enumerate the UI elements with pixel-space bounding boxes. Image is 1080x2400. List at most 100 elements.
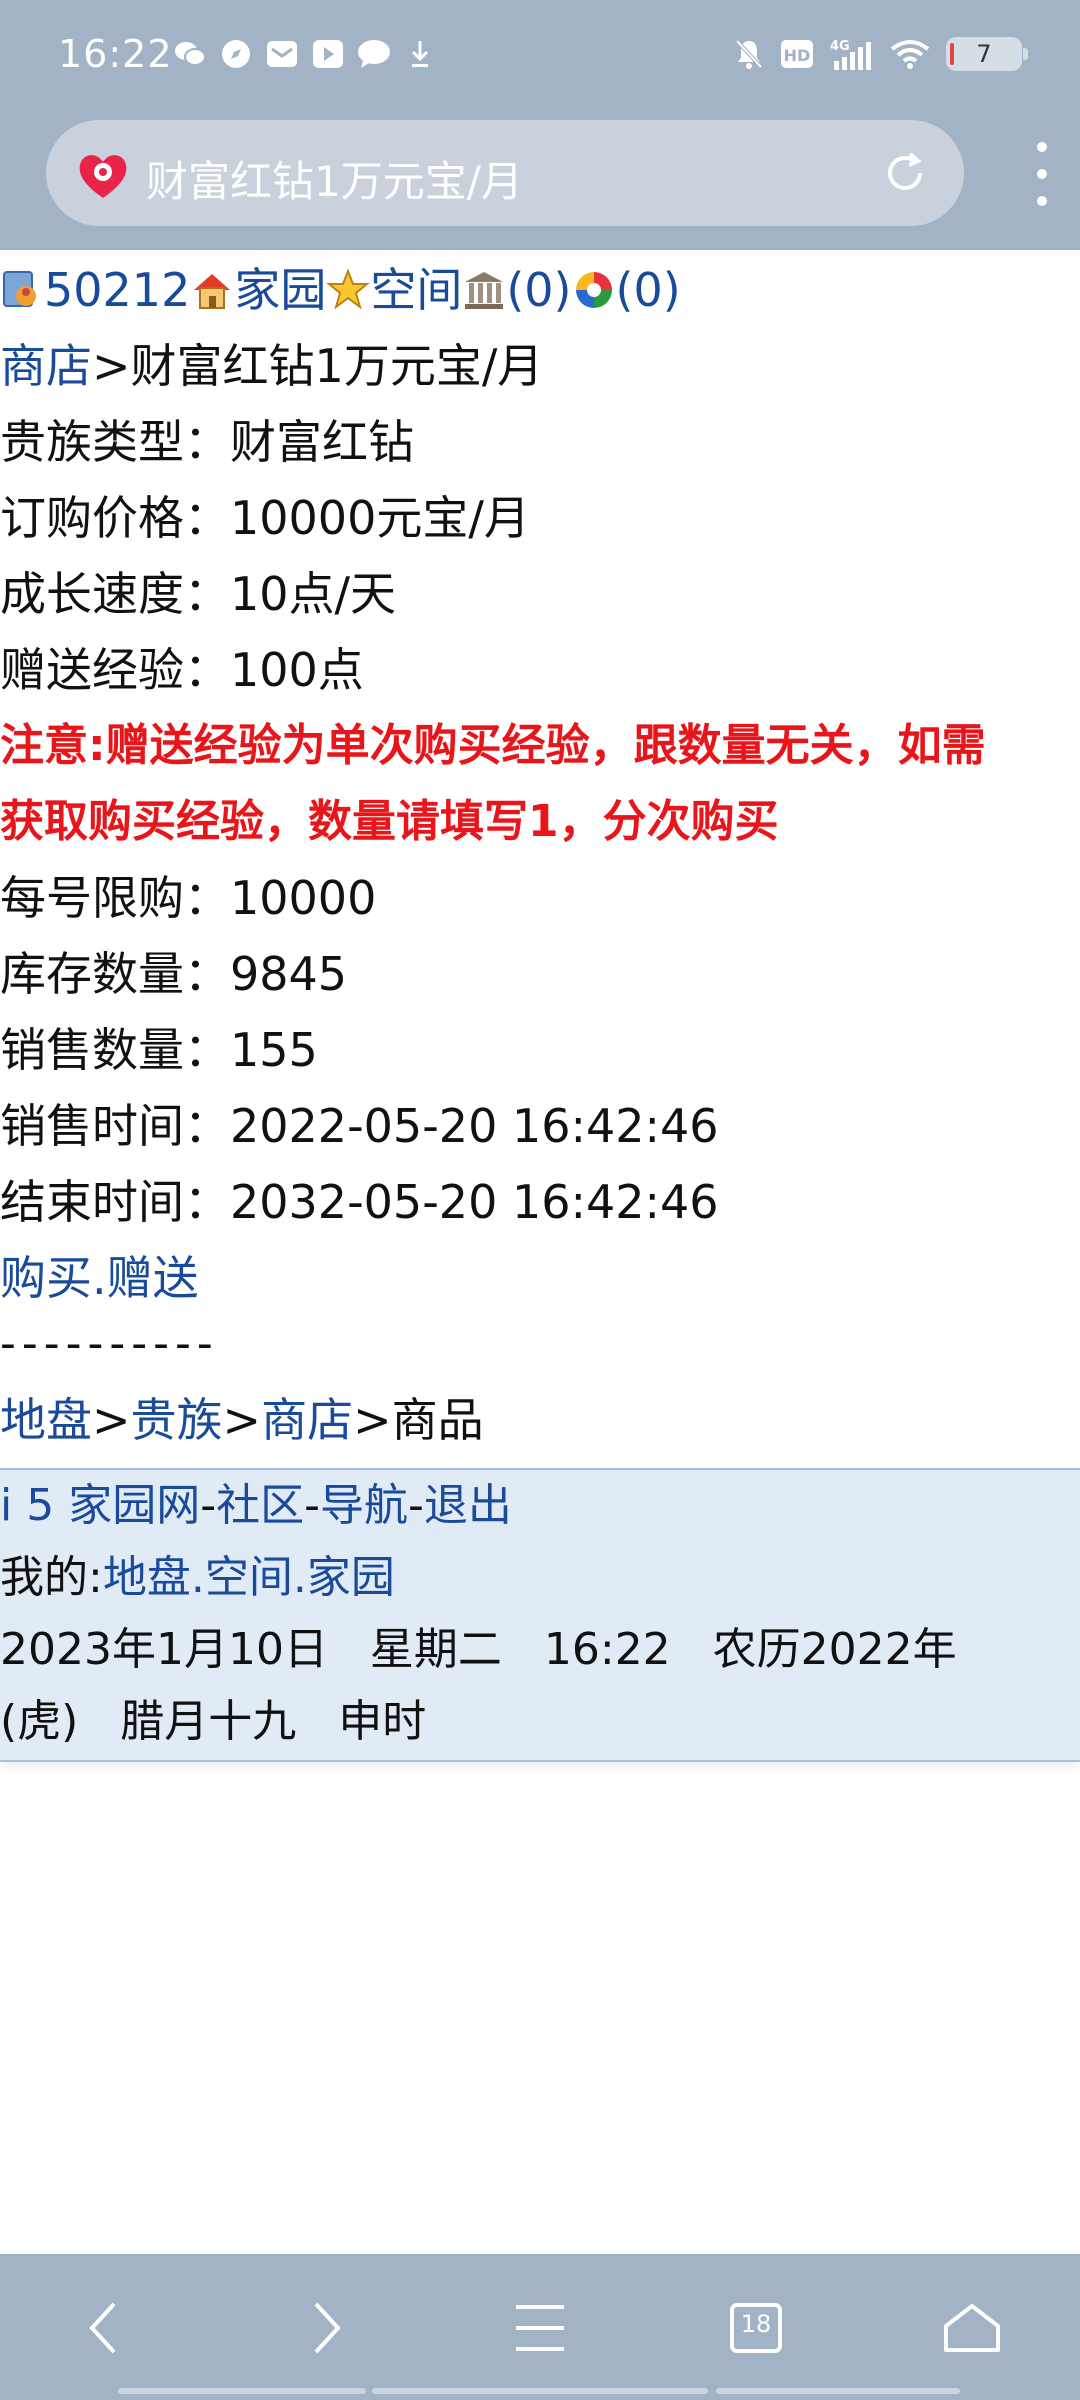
battery-level: 7 — [976, 40, 992, 68]
notice-line-1: 注意:赠送经验为单次购买经验，跟数量无关，如需 — [0, 720, 986, 771]
detail-row-stock: 库存数量：9845 — [0, 936, 1080, 1012]
signal-4g-icon: 4G — [830, 36, 874, 72]
home-icon — [194, 274, 231, 309]
mail-icon — [264, 36, 300, 72]
my-land-link[interactable]: 地盘 — [103, 1552, 191, 1603]
menu-button[interactable] — [500, 2288, 580, 2368]
site-footer: i 5 家园网-社区-导航-退出 我的:地盘.空间.家园 2023年1月10日 … — [0, 1468, 1080, 1762]
home-link[interactable]: 家园 — [234, 263, 326, 317]
site-home-link[interactable]: i 5 家园网 — [0, 1480, 200, 1531]
download-icon — [402, 36, 438, 72]
breadcrumb-land-link[interactable]: 地盘 — [0, 1393, 92, 1447]
back-button[interactable] — [64, 2288, 144, 2368]
gesture-bar-left — [118, 2388, 366, 2394]
detail-value: 2022-05-20 16:42:46 — [230, 1099, 719, 1153]
page-content: 50212 家园 空间 (0) (0) 商店>财富红钻1万元宝/月 贵族类型：财… — [0, 252, 1080, 1458]
breadcrumb-separator: > — [353, 1393, 392, 1447]
tabs-button[interactable]: 18 — [716, 2288, 796, 2368]
breadcrumb-shop-link[interactable]: 商店 — [0, 339, 92, 393]
footer-separator: - — [304, 1480, 320, 1531]
detail-label: 库存数量： — [0, 947, 230, 1001]
svg-text:4G: 4G — [830, 39, 850, 54]
detail-row-growth: 成长速度：10点/天 — [0, 556, 1080, 632]
detail-value: 100点 — [230, 643, 364, 697]
detail-label: 销售时间： — [0, 1099, 230, 1153]
breadcrumb-noble-link[interactable]: 贵族 — [131, 1393, 223, 1447]
footer-separator: - — [407, 1480, 424, 1531]
notice-line-2: 获取购买经验，数量请填写1，分次购买 — [0, 796, 779, 847]
hd-icon: HD — [780, 36, 814, 72]
browser-top-chrome: 16:22 HD 4G 7 财富红钻1万元宝/月 — [0, 0, 1080, 250]
detail-value: 2032-05-20 16:42:46 — [230, 1175, 719, 1229]
album-count-link[interactable]: (0) — [616, 263, 681, 317]
house-icon — [944, 2304, 1000, 2352]
chevron-left-icon — [89, 2302, 116, 2354]
reload-icon[interactable] — [880, 148, 930, 198]
wechat-icon — [172, 36, 208, 72]
mute-bell-icon — [734, 36, 764, 72]
wifi-icon — [890, 36, 930, 72]
home-button[interactable] — [932, 2288, 1012, 2368]
bank-icon — [465, 272, 504, 309]
address-bar[interactable]: 财富红钻1万元宝/月 — [46, 120, 964, 226]
svg-text:HD: HD — [784, 46, 811, 65]
bottom-breadcrumb: 地盘>贵族>商店>商品 — [0, 1382, 1080, 1458]
divider: ---------- — [0, 1318, 219, 1369]
user-card-icon — [3, 271, 36, 307]
detail-value: 10000 — [230, 871, 377, 925]
detail-label: 销售数量： — [0, 1023, 230, 1077]
detail-label: 成长速度： — [0, 567, 230, 621]
compass-icon — [218, 36, 254, 72]
system-icons: HD 4G 7 — [734, 36, 1028, 72]
breadcrumb-separator: > — [92, 339, 131, 393]
detail-row-price: 订购价格：10000元宝/月 — [0, 480, 1080, 556]
browser-bottom-toolbar: 18 — [0, 2254, 1080, 2400]
battery-icon: 7 — [946, 36, 1028, 72]
chevron-right-icon — [314, 2302, 341, 2354]
detail-row-noble-type: 贵族类型：财富红钻 — [0, 404, 1080, 480]
message-icon — [356, 36, 392, 72]
action-links: 购买.赠送 — [0, 1240, 1080, 1316]
community-link[interactable]: 社区 — [216, 1480, 304, 1531]
my-home-link[interactable]: 家园 — [307, 1552, 395, 1603]
detail-value: 财富红钻 — [230, 415, 414, 469]
breadcrumb-shop-link[interactable]: 商店 — [261, 1393, 353, 1447]
header-links: 50212 家园 空间 (0) (0) — [0, 252, 1080, 328]
detail-row-bonus-exp: 赠送经验：100点 — [0, 632, 1080, 708]
navigation-link[interactable]: 导航 — [320, 1480, 408, 1531]
gesture-bar-right — [716, 2388, 960, 2394]
breadcrumb-separator: > — [92, 1393, 131, 1447]
page-title: 财富红钻1万元宝/月 — [146, 157, 523, 206]
mine-label: 我的: — [0, 1552, 103, 1603]
site-logo-icon — [79, 155, 127, 198]
forward-button[interactable] — [286, 2288, 366, 2368]
breadcrumb: 商店>财富红钻1万元宝/月 — [0, 328, 1080, 404]
user-id-link[interactable]: 50212 — [44, 263, 190, 317]
album-icon — [575, 272, 612, 308]
detail-row-sale-time: 销售时间：2022-05-20 16:42:46 — [0, 1088, 1080, 1164]
detail-label: 订购价格： — [0, 491, 230, 545]
bank-count-link[interactable]: (0) — [506, 263, 571, 317]
footer-mine: 我的:地盘.空间.家园 — [0, 1542, 1080, 1614]
status-bar: 16:22 HD 4G 7 — [0, 0, 1080, 116]
footer-nav: i 5 家园网-社区-导航-退出 — [0, 1470, 1080, 1542]
detail-value: 10000元宝/月 — [230, 491, 530, 545]
footer-date-line-1: 2023年1月10日 星期二 16:22 农历2022年 — [0, 1624, 957, 1675]
gesture-bar-center — [372, 2388, 708, 2394]
mine-separator: . — [292, 1552, 307, 1603]
my-space-link[interactable]: 空间 — [205, 1552, 293, 1603]
logout-link[interactable]: 退出 — [424, 1480, 512, 1531]
detail-label: 贵族类型： — [0, 415, 230, 469]
status-time: 16:22 — [58, 32, 173, 76]
gift-link[interactable]: 赠送 — [107, 1251, 199, 1305]
more-menu-button[interactable] — [1012, 142, 1072, 206]
video-icon — [310, 36, 346, 72]
space-link[interactable]: 空间 — [370, 263, 462, 317]
buy-link[interactable]: 购买 — [0, 1251, 92, 1305]
detail-label: 结束时间： — [0, 1175, 230, 1229]
hamburger-menu-icon — [516, 2305, 564, 2351]
action-separator: . — [92, 1251, 107, 1305]
detail-label: 赠送经验： — [0, 643, 230, 697]
breadcrumb-separator: > — [222, 1393, 262, 1447]
breadcrumb-goods: 商品 — [391, 1393, 484, 1447]
